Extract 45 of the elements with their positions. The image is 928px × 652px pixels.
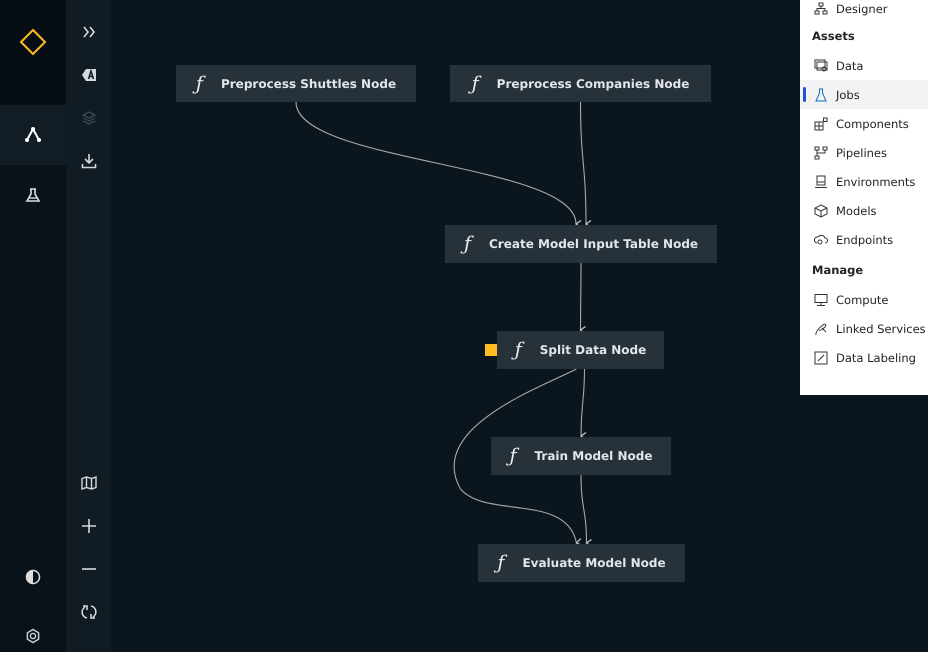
menu-item[interactable]: Designer bbox=[800, 0, 928, 20]
components-icon bbox=[814, 116, 828, 130]
reset-view-icon[interactable] bbox=[78, 602, 98, 622]
pipeline-icon bbox=[24, 126, 42, 144]
download-icon[interactable] bbox=[78, 151, 98, 171]
pipeline-node[interactable]: ƒ Preprocess Companies Node bbox=[450, 65, 711, 102]
node-label: Create Model Input Table Node bbox=[489, 237, 698, 251]
pipeline-node[interactable]: ƒ Train Model Node bbox=[491, 437, 671, 475]
pipeline-node[interactable]: ƒ Create Model Input Table Node bbox=[445, 225, 717, 263]
pipeline-nav-tab[interactable] bbox=[0, 105, 66, 165]
menu-item[interactable]: Models bbox=[800, 196, 928, 225]
data-icon bbox=[814, 58, 828, 72]
pipeline-node[interactable]: ƒ Split Data Node bbox=[497, 331, 664, 369]
monitor-icon bbox=[814, 292, 828, 306]
cube-icon bbox=[814, 204, 828, 218]
node-label: Split Data Node bbox=[540, 343, 646, 357]
menu-section-heading: Manage bbox=[811, 262, 864, 278]
diagram-icon bbox=[814, 2, 828, 16]
diamond-logo-icon[interactable] bbox=[19, 28, 47, 56]
pipeline-node[interactable]: ƒ Preprocess Shuttles Node bbox=[176, 65, 416, 102]
pipeline-node[interactable]: ƒ Evaluate Model Node bbox=[478, 544, 685, 582]
menu-item[interactable]: Endpoints bbox=[800, 225, 928, 254]
settings-icon[interactable] bbox=[25, 628, 41, 644]
computer-icon bbox=[814, 174, 828, 188]
menu-item[interactable]: Data bbox=[800, 51, 928, 80]
menu-item[interactable]: Environments bbox=[800, 167, 928, 196]
link-icon bbox=[814, 322, 828, 336]
node-label: Train Model Node bbox=[534, 449, 652, 463]
flask-icon bbox=[25, 187, 41, 203]
node-label: Preprocess Shuttles Node bbox=[220, 76, 396, 90]
menu-section-heading: Assets bbox=[811, 28, 856, 44]
menu-item[interactable]: Pipelines bbox=[800, 138, 928, 167]
pipeline-icon bbox=[814, 146, 828, 160]
minimap-icon[interactable] bbox=[78, 473, 98, 493]
cloud-icon bbox=[814, 232, 828, 246]
menu-item[interactable]: Data Labeling bbox=[800, 343, 928, 372]
node-label: Preprocess Companies Node bbox=[496, 76, 690, 90]
menu-item[interactable]: Jobs bbox=[800, 80, 928, 109]
node-label: Evaluate Model Node bbox=[522, 556, 666, 570]
edit-icon bbox=[814, 350, 828, 364]
menu-item[interactable]: Components bbox=[800, 109, 928, 138]
menu-item[interactable]: Compute bbox=[800, 285, 928, 314]
theme-toggle-icon[interactable] bbox=[25, 569, 41, 585]
menu-item[interactable]: Linked Services bbox=[800, 314, 928, 343]
flask-icon bbox=[814, 88, 828, 102]
